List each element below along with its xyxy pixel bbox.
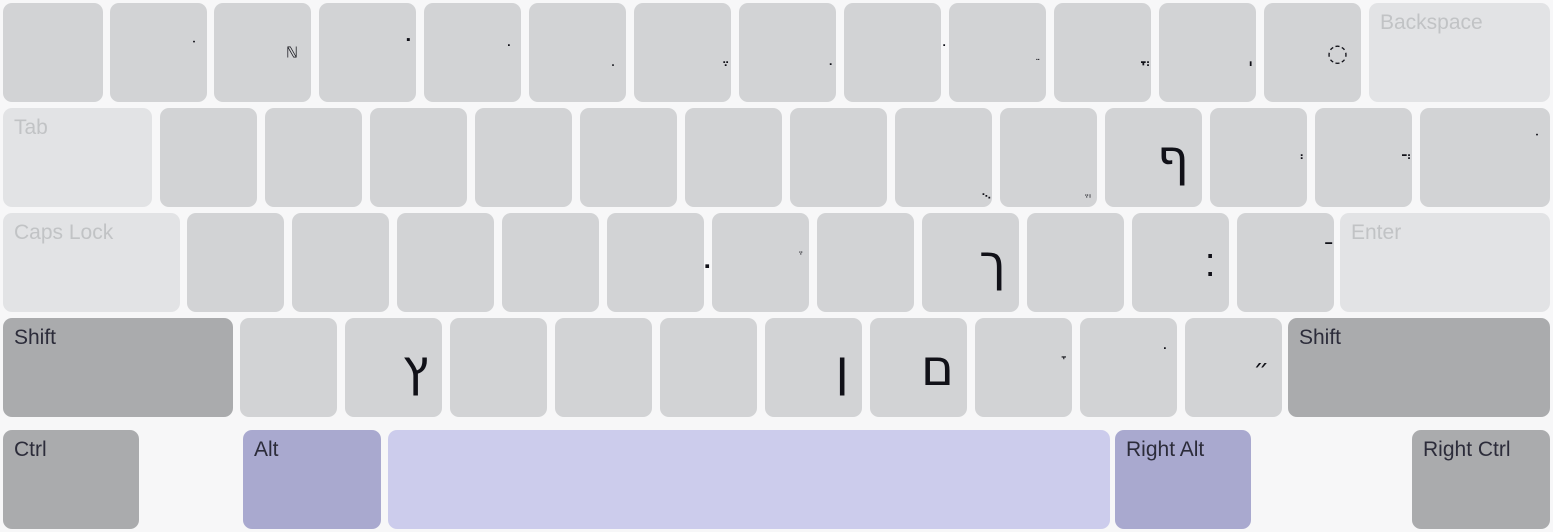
- key-3[interactable]: ׂ: [319, 3, 416, 102]
- key-2-glyph: ℕ: [285, 43, 298, 61]
- key-ctrl-right-label: Right Ctrl: [1423, 438, 1511, 461]
- key-i[interactable]: ֻ: [895, 108, 992, 207]
- key-t[interactable]: [580, 108, 677, 207]
- key-semicolon[interactable]: ׃: [1132, 213, 1229, 312]
- key-h[interactable]: ֶ: [712, 213, 809, 312]
- key-capslock-label: Caps Lock: [14, 221, 114, 244]
- row-home: Caps Lockֶּ ך ׃ֿ Enter: [0, 210, 1553, 315]
- key-8[interactable]: ׁ: [844, 3, 941, 102]
- key-q[interactable]: [160, 108, 257, 207]
- key-1[interactable]: ׄ: [110, 3, 207, 102]
- key-backspace[interactable]: Backspace: [1369, 3, 1550, 102]
- key-x-glyph: ץ: [402, 338, 429, 397]
- row-bottom: Ctrl Alt Right Alt Right Ctrl: [0, 427, 1553, 532]
- key-p[interactable]: ף: [1105, 108, 1202, 207]
- key-r[interactable]: [475, 108, 572, 207]
- key-backslash[interactable]: ׄ: [1420, 108, 1550, 207]
- key-alt-left[interactable]: Alt: [243, 430, 381, 529]
- key-u[interactable]: [790, 108, 887, 207]
- row-tab: Tabֱֻ ףְֲׄ: [0, 105, 1553, 210]
- key-bracketleft[interactable]: ְ: [1210, 108, 1307, 207]
- key-backspace-label: Backspace: [1380, 11, 1483, 34]
- key-ctrl-left-label: Ctrl: [14, 438, 47, 461]
- key-y[interactable]: [685, 108, 782, 207]
- key-d[interactable]: [397, 213, 494, 312]
- key-7[interactable]: ִ: [739, 3, 836, 102]
- key-s[interactable]: [292, 213, 389, 312]
- key-enter[interactable]: Enter: [1340, 213, 1550, 312]
- key-minus[interactable]: ֽ: [1159, 3, 1256, 102]
- row-number: ׄ ℕֳִֵֶֹֽׁׂׅ ◌ Backspace: [0, 0, 1553, 105]
- key-tab-label: Tab: [14, 116, 48, 139]
- key-g[interactable]: ּ: [607, 213, 704, 312]
- key-shift-right[interactable]: Shift: [1288, 318, 1550, 417]
- key-enter-label: Enter: [1351, 221, 1402, 244]
- key-4[interactable]: ֹ: [424, 3, 521, 102]
- key-ctrl-right[interactable]: Right Ctrl: [1412, 430, 1550, 529]
- on-screen-keyboard: ׄℕֳִֵֶֹֽׁׂׅ◌BackspaceTabֱֻףְֲׄCaps Lockּ…: [0, 0, 1553, 532]
- key-c[interactable]: [450, 318, 547, 417]
- key-6[interactable]: ֶ: [634, 3, 731, 102]
- key-p-glyph: ף: [1157, 128, 1189, 187]
- key-0[interactable]: ֳ: [1054, 3, 1151, 102]
- key-space[interactable]: [388, 430, 1110, 529]
- key-k[interactable]: ך: [922, 213, 1019, 312]
- key-o[interactable]: ֱ: [1000, 108, 1097, 207]
- key-period[interactable]: ֺ: [1080, 318, 1177, 417]
- row-shift: Shift ץ ן םׇֺ ״ Shift: [0, 315, 1553, 420]
- key-backquote[interactable]: [3, 3, 103, 102]
- key-shift-left-label: Shift: [14, 326, 57, 349]
- key-ctrl-left[interactable]: Ctrl: [3, 430, 139, 529]
- key-alt-right[interactable]: Right Alt: [1115, 430, 1251, 529]
- key-n[interactable]: ן: [765, 318, 862, 417]
- key-m[interactable]: ם: [870, 318, 967, 417]
- key-2[interactable]: ℕ: [214, 3, 311, 102]
- key-shift-right-label: Shift: [1299, 326, 1342, 349]
- key-9[interactable]: ֵ: [949, 3, 1046, 102]
- key-l[interactable]: [1027, 213, 1124, 312]
- key-quote[interactable]: ֿ: [1237, 213, 1334, 312]
- key-a[interactable]: [187, 213, 284, 312]
- key-slash[interactable]: ״: [1185, 318, 1282, 417]
- key-alt-left-label: Alt: [254, 438, 279, 461]
- key-m-glyph: ם: [920, 338, 954, 397]
- key-k-glyph: ך: [979, 233, 1006, 292]
- key-f[interactable]: [502, 213, 599, 312]
- key-equal[interactable]: ◌: [1264, 3, 1361, 102]
- key-w[interactable]: [265, 108, 362, 207]
- key-alt-right-label: Right Alt: [1126, 438, 1205, 461]
- key-v[interactable]: [555, 318, 652, 417]
- key-slash-glyph: ״: [1253, 353, 1269, 382]
- key-capslock[interactable]: Caps Lock: [3, 213, 180, 312]
- key-semicolon-glyph: ׃: [1204, 239, 1216, 286]
- key-x[interactable]: ץ: [345, 318, 442, 417]
- key-e[interactable]: [370, 108, 467, 207]
- key-z[interactable]: [240, 318, 337, 417]
- key-n-glyph: ן: [835, 338, 849, 397]
- key-bracketright[interactable]: ֲ: [1315, 108, 1412, 207]
- key-5[interactable]: ׅ: [529, 3, 626, 102]
- key-equal-glyph: ◌: [1327, 38, 1348, 67]
- key-j[interactable]: [817, 213, 914, 312]
- key-comma[interactable]: ׇ: [975, 318, 1072, 417]
- key-tab[interactable]: Tab: [3, 108, 152, 207]
- key-b[interactable]: [660, 318, 757, 417]
- key-shift-left[interactable]: Shift: [3, 318, 233, 417]
